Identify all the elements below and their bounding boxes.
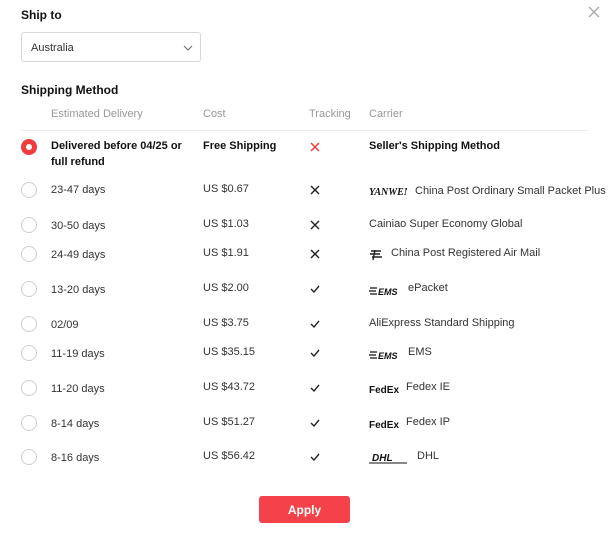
ems-logo-icon: EMS (369, 351, 398, 361)
shipping-cost: US $0.67 (203, 183, 249, 195)
carrier-logo-text: EMS (378, 287, 398, 297)
delivery-estimate: 11-20 days (51, 383, 105, 395)
shipping-option-row[interactable]: 11-20 days US $43.72 FedEx Fedex IE (0, 379, 610, 399)
radio-unselected[interactable] (21, 449, 37, 465)
tracking-check-icon (310, 320, 320, 329)
column-header-carrier: Carrier (369, 108, 403, 120)
shipping-cost: US $56.42 (203, 450, 255, 462)
shipping-cost: US $1.91 (203, 247, 249, 259)
shipping-modal: Ship to Australia Shipping Method Estima… (0, 0, 610, 533)
radio-unselected[interactable] (21, 182, 37, 198)
delivery-estimate: 24-49 days (51, 249, 106, 261)
carrier-logo-text: EMS (378, 351, 398, 361)
carrier-name: Fedex IE (406, 381, 451, 393)
delivery-estimate: 02/09 (51, 319, 79, 331)
country-select-value: Australia (31, 42, 74, 54)
shipping-cost: US $43.72 (203, 381, 255, 393)
carrier-name: China Post Registered Air Mail (391, 247, 541, 259)
carrier-name: ePacket (408, 282, 448, 294)
radio-unselected[interactable] (21, 217, 37, 233)
radio-unselected[interactable] (21, 345, 37, 361)
shipping-cost: US $3.75 (203, 317, 249, 329)
tracking-check-icon (310, 349, 320, 358)
carrier-name: DHL (417, 450, 440, 462)
shipping-cost: US $1.03 (203, 218, 249, 230)
apply-button[interactable]: Apply (259, 496, 350, 523)
carrier-name: Seller's Shipping Method (369, 140, 500, 152)
delivery-estimate: 23-47 days (51, 184, 106, 196)
tracking-check-icon (310, 384, 320, 393)
delivery-estimate: 8-14 days (51, 418, 100, 430)
no-tracking-icon (310, 249, 320, 259)
radio-selected[interactable] (21, 139, 37, 155)
carrier-logo-text: FedEx (369, 420, 399, 430)
carrier-name: China Post Ordinary Small Packet Plus (415, 185, 606, 197)
shipping-cost: US $51.27 (203, 416, 255, 428)
ship-to-label: Ship to (21, 8, 62, 22)
shipping-option-row[interactable]: Delivered before 04/25 or full refund Fr… (0, 137, 610, 171)
fedex-logo-icon: FedEx (369, 420, 399, 430)
carrier-name: AliExpress Standard Shipping (369, 317, 515, 329)
header-divider (21, 130, 589, 131)
delivery-estimate: 13-20 days (51, 284, 106, 296)
delivery-estimate: 30-50 days (51, 220, 106, 232)
delivery-estimate: 8-16 days (51, 452, 100, 464)
no-tracking-icon (310, 220, 320, 230)
china-post-icon (370, 249, 382, 261)
carrier-name: Cainiao Super Economy Global (369, 218, 523, 230)
tracking-check-icon (310, 419, 320, 428)
no-tracking-icon (310, 185, 320, 195)
yanwen-logo-icon: YANWEN (369, 187, 407, 197)
dhl-logo-icon: DHL (369, 453, 407, 464)
column-header-estimated-delivery: Estimated Delivery (51, 108, 143, 120)
tracking-check-icon (310, 285, 320, 294)
shipping-option-row[interactable]: 11-19 days US $35.15 EMS EMS (0, 344, 610, 364)
shipping-option-row[interactable]: 23-47 days US $0.67 YANWEN China Post Or… (0, 181, 610, 201)
fedex-logo-icon: FedEx (369, 385, 399, 395)
radio-unselected[interactable] (21, 380, 37, 396)
carrier-logo-text: DHL (372, 453, 393, 464)
radio-unselected[interactable] (21, 316, 37, 332)
ems-logo-icon: EMS (369, 287, 398, 297)
close-icon[interactable] (586, 4, 602, 20)
radio-unselected[interactable] (21, 415, 37, 431)
shipping-method-label: Shipping Method (21, 83, 119, 97)
shipping-cost: Free Shipping (203, 140, 277, 152)
carrier-logo-text: YANWEN (369, 187, 407, 197)
shipping-option-row[interactable]: 30-50 days US $1.03 Cainiao Super Econom… (0, 216, 610, 236)
delivery-estimate: 11-19 days (51, 348, 105, 360)
shipping-option-row[interactable]: 02/09 US $3.75 AliExpress Standard Shipp… (0, 315, 610, 335)
carrier-name: EMS (408, 346, 432, 358)
radio-unselected[interactable] (21, 281, 37, 297)
country-select[interactable]: Australia (21, 32, 201, 62)
carrier-logo-text: FedEx (369, 385, 399, 395)
shipping-cost: US $2.00 (203, 282, 249, 294)
chevron-down-icon (183, 45, 193, 51)
delivery-estimate: Delivered before 04/25 or full refund (51, 140, 182, 168)
shipping-option-row[interactable]: 8-16 days US $56.42 DHL DHL (0, 448, 610, 468)
shipping-option-row[interactable]: 13-20 days US $2.00 EMS ePacket (0, 280, 610, 300)
no-tracking-icon (310, 142, 320, 152)
shipping-cost: US $35.15 (203, 346, 255, 358)
radio-unselected[interactable] (21, 246, 37, 262)
carrier-name: Fedex IP (406, 416, 451, 428)
column-header-tracking: Tracking (309, 108, 351, 120)
column-header-cost: Cost (203, 108, 226, 120)
shipping-option-row[interactable]: 24-49 days US $1.91 China Post Registere… (0, 245, 610, 265)
shipping-option-row[interactable]: 8-14 days US $51.27 FedEx Fedex IP (0, 414, 610, 434)
tracking-check-icon (310, 453, 320, 462)
